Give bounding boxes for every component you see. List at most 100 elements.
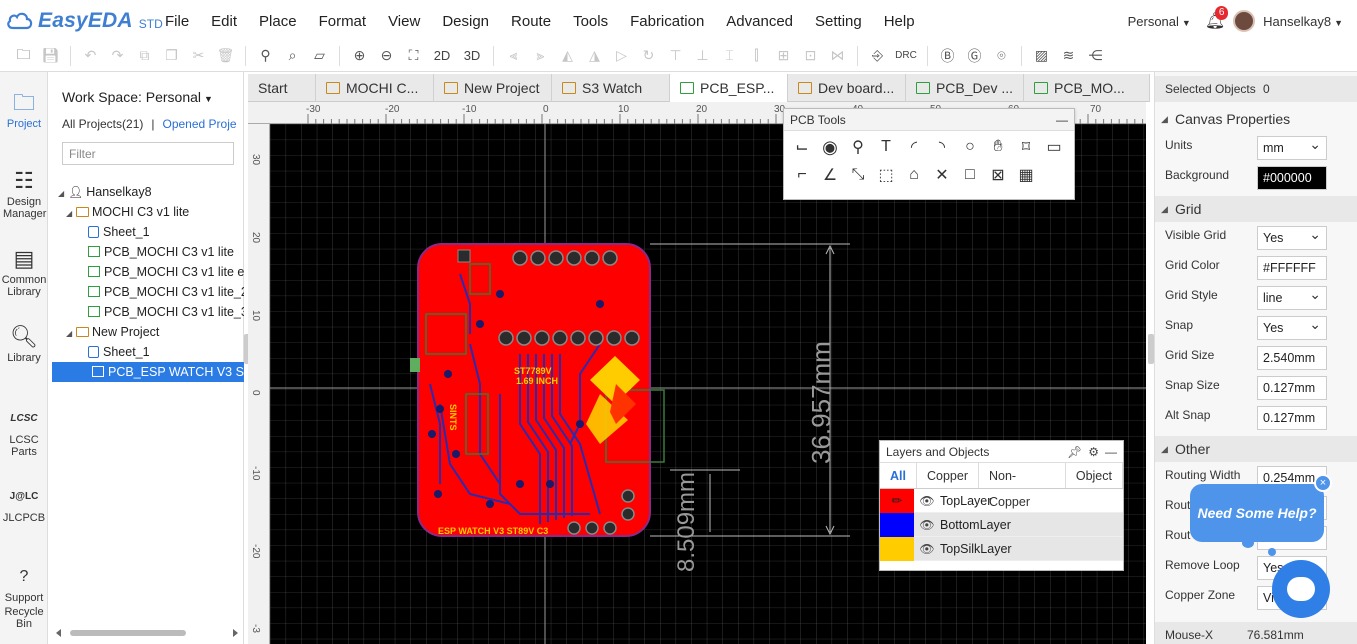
dimension-icon[interactable]: ⌐	[790, 163, 814, 187]
view-3d-button[interactable]: 3D	[459, 48, 485, 63]
arc-center-icon[interactable]: ◝	[930, 135, 954, 159]
tab-project[interactable]: S3 Watch	[552, 74, 670, 102]
align-left-icon[interactable]: ⫷	[502, 44, 525, 68]
cut-icon[interactable]: ✕	[930, 163, 954, 187]
save-icon[interactable]: 💾︎	[39, 44, 62, 68]
bell-icon[interactable]: 🔔︎ 6	[1205, 6, 1229, 31]
grid-header[interactable]: ◢ Grid	[1155, 196, 1357, 222]
tree-item-sheet[interactable]: Sheet_1	[48, 342, 244, 362]
image-icon[interactable]: ▭	[1042, 135, 1066, 159]
distribute-icon[interactable]: ⊞	[772, 44, 795, 68]
flip-horizontal-icon[interactable]: ◭	[556, 44, 579, 68]
tree-item-user[interactable]: ◢ 👤︎ Hanselkay8	[48, 182, 244, 202]
align-middle-icon[interactable]: ⫿	[745, 44, 768, 68]
visible-grid-select[interactable]: Yes	[1257, 226, 1327, 250]
circle-icon[interactable]: ○	[958, 135, 982, 159]
view-2d-button[interactable]: 2D	[429, 48, 455, 63]
snap-select[interactable]: Yes	[1257, 316, 1327, 340]
pcb-tools-header[interactable]: PCB Tools —	[784, 109, 1074, 131]
tree-item-pcb[interactable]: PCB_MOCHI C3 v1 lite_3	[48, 302, 244, 322]
layers-header[interactable]: Layers and Objects 📌︎ ⚙ —	[880, 441, 1123, 463]
rail-lcsc-parts[interactable]: LCSC LCSC Parts	[0, 404, 48, 458]
layer-color-swatch[interactable]	[880, 512, 914, 537]
text-icon[interactable]: T	[874, 135, 898, 159]
drc-button[interactable]: DRC	[893, 50, 919, 61]
search-icon[interactable]: ⚲	[254, 44, 277, 68]
layers-icon[interactable]: ≋	[1057, 44, 1080, 68]
rail-jlcpcb[interactable]: J@LC JLCPCB	[0, 482, 48, 524]
tab-pcb-active[interactable]: PCB_ESP...	[670, 74, 788, 102]
grid-color-input[interactable]: #FFFFFF	[1257, 256, 1327, 280]
canvas-properties-header[interactable]: ◢ Canvas Properties	[1155, 106, 1357, 132]
menu-file[interactable]: File	[154, 12, 200, 32]
menu-design[interactable]: Design	[431, 12, 500, 32]
fit-view-icon[interactable]: ⛶	[402, 44, 425, 68]
menu-setting[interactable]: Setting	[804, 12, 873, 32]
menu-help[interactable]: Help	[873, 12, 926, 32]
via-icon[interactable]: ⚲	[846, 135, 870, 159]
tree-item-pcb[interactable]: PCB_MOCHI C3 v1 lite ec	[48, 262, 244, 282]
measure-icon[interactable]: ⊠	[986, 163, 1010, 187]
tree-item-pcb-selected[interactable]: PCB_ESP WATCH V3 ST	[52, 362, 244, 382]
rail-library[interactable]: 🔍︎ Library	[0, 322, 48, 364]
avatar[interactable]	[1233, 10, 1256, 32]
rail-recycle-bin[interactable]: Recycle Bin	[0, 606, 48, 630]
menu-advanced[interactable]: Advanced	[715, 12, 804, 32]
tab-project[interactable]: New Project	[434, 74, 552, 102]
filter-input[interactable]	[62, 142, 234, 165]
pin-icon[interactable]: 📌︎	[1067, 441, 1082, 463]
units-select[interactable]: mm	[1257, 136, 1327, 160]
copper-area-icon[interactable]: ⬚	[874, 163, 898, 187]
hand-icon[interactable]: ✋︎	[986, 135, 1010, 159]
menu-tools[interactable]: Tools	[562, 12, 619, 32]
angle-icon[interactable]: ∠	[818, 163, 842, 187]
tab-project[interactable]: MOCHI C...	[316, 74, 434, 102]
connect-pad-icon[interactable]: ⤡	[846, 163, 870, 187]
rail-common-library[interactable]: ▤ Common Library	[0, 244, 48, 298]
snap-icon[interactable]: ⋈	[826, 44, 849, 68]
menu-format[interactable]: Format	[308, 12, 378, 32]
rectangle-icon[interactable]: □	[958, 163, 982, 187]
camera-icon[interactable]: ⌾	[990, 44, 1013, 68]
tab-copper[interactable]: Copper	[917, 463, 979, 488]
snap-size-input[interactable]: 0.127mm	[1257, 376, 1327, 400]
duplicate-icon[interactable]: ❐	[160, 44, 183, 68]
tree-item-project[interactable]: ◢ MOCHI C3 v1 lite	[48, 202, 244, 222]
minimize-icon[interactable]: —	[1105, 441, 1117, 463]
copy-icon[interactable]: ⧉	[133, 44, 156, 68]
grid-style-select[interactable]: line	[1257, 286, 1327, 310]
tree-item-sheet[interactable]: Sheet_1	[48, 222, 244, 242]
send-icon[interactable]: ▷	[610, 44, 633, 68]
menu-route[interactable]: Route	[500, 12, 562, 32]
menu-fabrication[interactable]: Fabrication	[619, 12, 715, 32]
paint-icon[interactable]: ▱	[308, 44, 331, 68]
rail-project[interactable]: 🗀︎ Project	[0, 88, 48, 130]
tab-object[interactable]: Object	[1066, 463, 1123, 488]
grid-size-input[interactable]: 2.540mm	[1257, 346, 1327, 370]
eye-icon[interactable]: 👁︎	[914, 518, 940, 532]
layer-color-swatch[interactable]	[880, 536, 914, 561]
tree-item-pcb[interactable]: PCB_MOCHI C3 v1 lite_2	[48, 282, 244, 302]
hole-icon[interactable]: ⌑	[1014, 135, 1038, 159]
easyeda-logo[interactable]: EasyEDA STD	[6, 8, 163, 34]
tab-pcb[interactable]: PCB_MO...	[1024, 74, 1150, 102]
tree-item-pcb[interactable]: PCB_MOCHI C3 v1 lite	[48, 242, 244, 262]
align-top-icon[interactable]: ⊤	[664, 44, 687, 68]
menu-place[interactable]: Place	[248, 12, 308, 32]
flip-vertical-icon[interactable]: ◮	[583, 44, 606, 68]
chat-launcher[interactable]	[1272, 560, 1330, 618]
zoom-out-icon[interactable]: ⊖	[375, 44, 398, 68]
horizontal-scrollbar[interactable]	[54, 628, 240, 638]
user-menu[interactable]: Hanselkay8 ▼	[1263, 14, 1343, 29]
delete-icon[interactable]: 🗑︎	[214, 44, 237, 68]
arc-icon[interactable]: ◜	[902, 135, 926, 159]
align-center-icon[interactable]: ⌶	[718, 44, 741, 68]
open-icon[interactable]: 🗀︎	[12, 44, 35, 68]
tab-start[interactable]: Start	[248, 74, 316, 102]
align-bottom-icon[interactable]: ⊥	[691, 44, 714, 68]
tab-non-copper[interactable]: Non-Copper	[979, 463, 1066, 509]
cut-icon[interactable]: ✂	[187, 44, 210, 68]
background-color-input[interactable]: #000000	[1257, 166, 1327, 190]
rotate-icon[interactable]: ↻	[637, 44, 660, 68]
menu-view[interactable]: View	[377, 12, 431, 32]
